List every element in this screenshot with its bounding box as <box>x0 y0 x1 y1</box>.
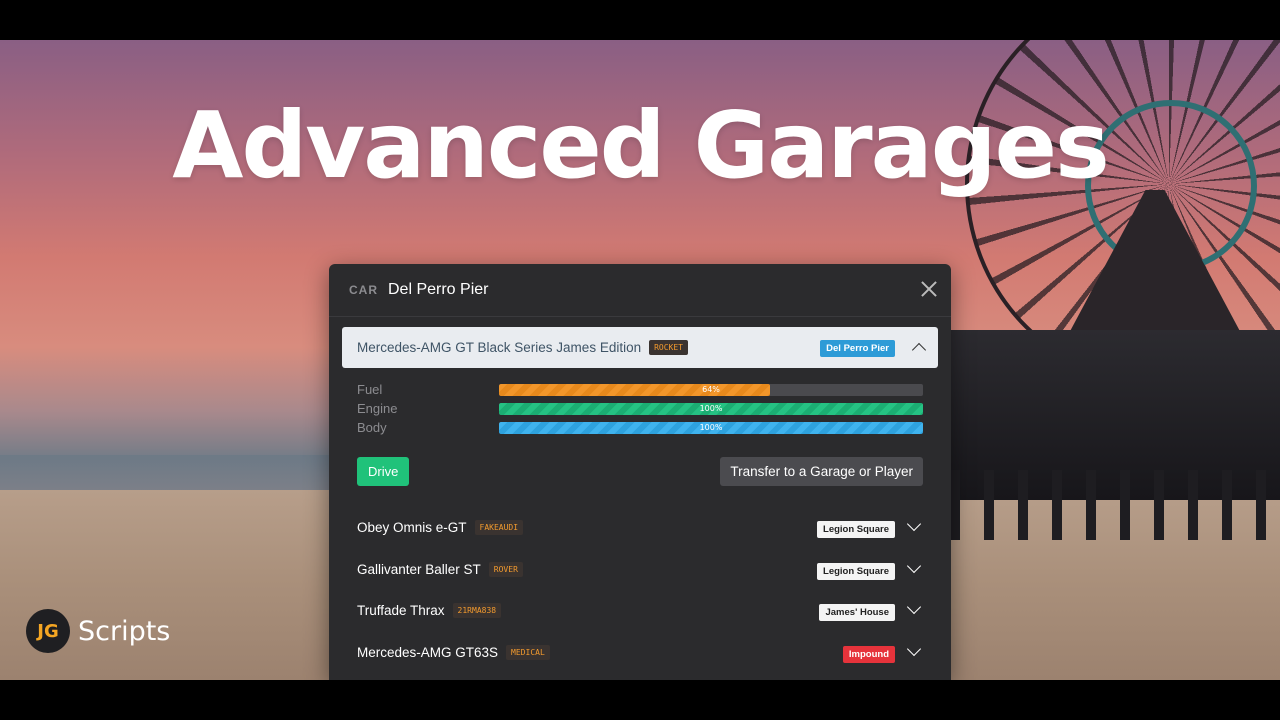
vehicle-row[interactable]: Truffade Thrax 21RMA838 James' House <box>329 590 951 632</box>
chevron-down-icon[interactable] <box>906 641 922 656</box>
fuel-bar: 64% <box>499 383 923 396</box>
stat-label: Engine <box>357 401 398 416</box>
stat-label: Body <box>357 420 387 435</box>
chevron-up-icon[interactable] <box>911 342 927 358</box>
drive-button[interactable]: Drive <box>357 457 410 486</box>
hero-title: Advanced Garages <box>172 92 1109 199</box>
engine-bar: 100% <box>499 402 923 415</box>
location-badge: Legion Square <box>817 562 895 580</box>
letterbox-bottom <box>0 680 1280 720</box>
vehicle-row[interactable]: Gallivanter Baller ST ROVER Legion Squar… <box>329 549 951 591</box>
vehicle-actions: Drive Transfer to a Garage or Player <box>329 447 951 507</box>
fuel-value: 64% <box>702 384 720 394</box>
garage-panel: CAR Del Perro Pier Mercedes-AMG GT Black… <box>329 264 951 680</box>
stat-label: Fuel <box>357 382 383 397</box>
brand-logo-group: JG Scripts <box>26 609 170 653</box>
expanded-vehicle-header[interactable]: Mercedes-AMG GT Black Series James Editi… <box>342 327 938 368</box>
vehicle-name: Mercedes-AMG GT Black Series James Editi… <box>357 340 642 355</box>
vehicle-name: Truffade Thrax <box>357 603 445 619</box>
plate-badge: ROVER <box>488 561 523 577</box>
vehicle-name: Mercedes-AMG GT63S <box>357 644 499 660</box>
plate-badge: FAKEAUDI <box>474 520 524 536</box>
vehicle-name: Obey Omnis e-GT <box>357 520 467 536</box>
panel-category: CAR <box>349 283 378 297</box>
stat-row-engine: Engine 100% <box>357 399 923 418</box>
impound-badge: Impound <box>842 645 895 663</box>
stat-row-fuel: Fuel 64% <box>357 380 923 399</box>
vehicle-row[interactable]: Obey Omnis e-GT FAKEAUDI Legion Square <box>329 507 951 549</box>
chevron-down-icon[interactable] <box>906 516 922 532</box>
chevron-down-icon[interactable] <box>906 599 922 615</box>
pier-legs <box>950 470 1280 540</box>
vehicle-name: Gallivanter Baller ST <box>357 561 481 577</box>
vehicle-stats: Fuel 64% Engine 100% Body 100% <box>329 368 951 437</box>
location-badge: James' House <box>819 604 895 621</box>
location-badge: Legion Square <box>817 521 895 538</box>
letterbox-top <box>0 0 1280 40</box>
panel-header: CAR Del Perro Pier <box>329 264 951 317</box>
body-bar: 100% <box>499 421 923 434</box>
plate-badge: ROCKET <box>649 340 688 355</box>
plate-badge: 21RMA838 <box>452 603 502 619</box>
location-badge: Del Perro Pier <box>820 340 895 357</box>
panel-title: Del Perro Pier <box>388 281 489 298</box>
close-icon[interactable] <box>919 279 939 299</box>
body-value: 100% <box>699 422 723 432</box>
vehicle-row[interactable]: Mercedes-AMG GT63S MEDICAL Impound <box>329 632 951 674</box>
stat-row-body: Body 100% <box>357 418 923 437</box>
brand-name: Scripts <box>78 615 171 647</box>
transfer-button[interactable]: Transfer to a Garage or Player <box>720 457 923 486</box>
chevron-down-icon[interactable] <box>906 558 922 573</box>
plate-badge: MEDICAL <box>506 644 550 660</box>
brand-logo-icon: JG <box>26 609 70 653</box>
engine-value: 100% <box>699 403 723 413</box>
